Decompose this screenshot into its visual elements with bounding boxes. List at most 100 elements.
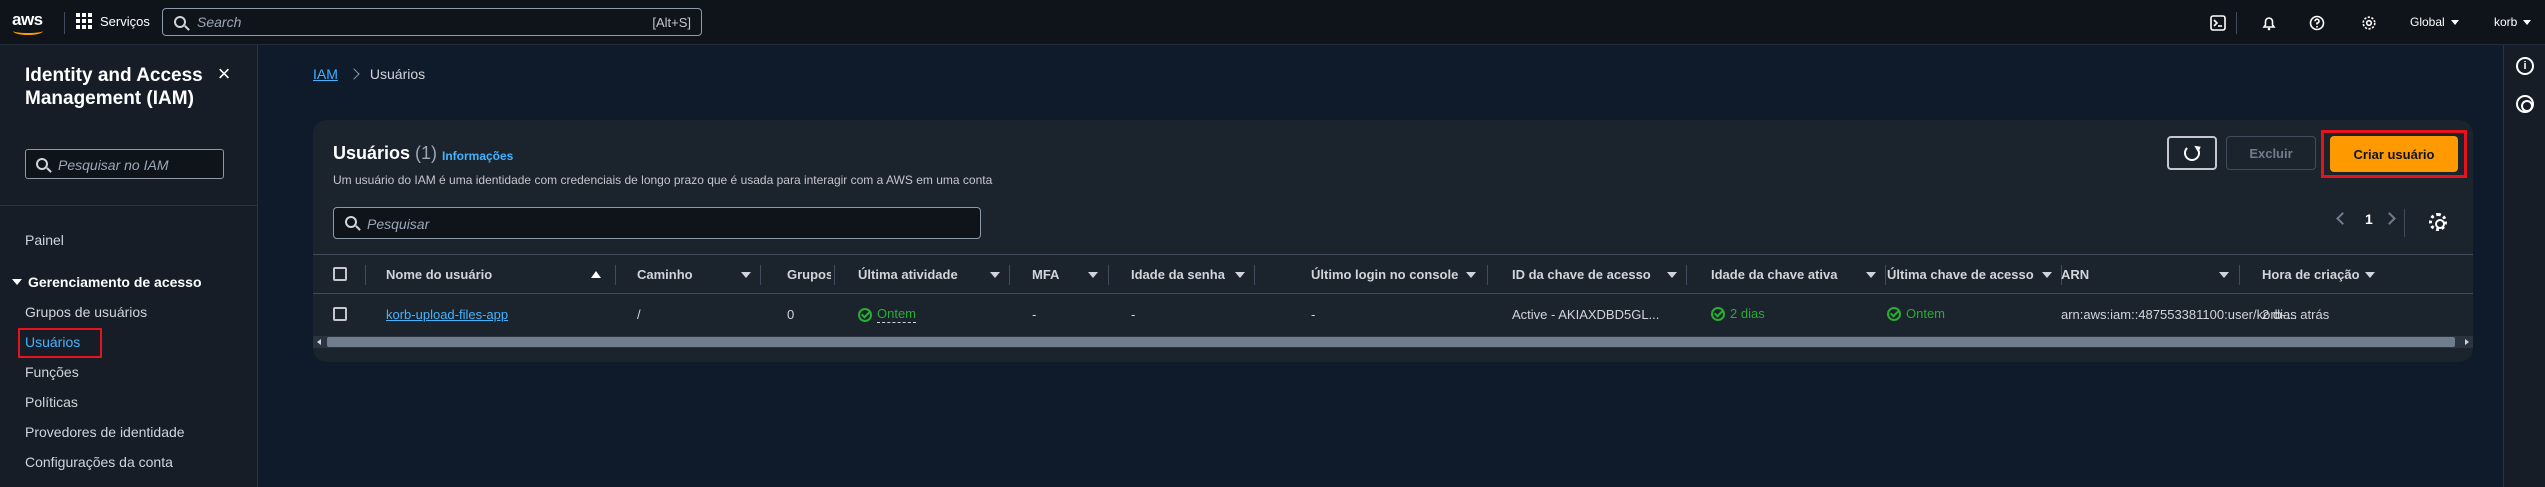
select-all-checkbox[interactable] <box>333 267 347 281</box>
scroll-left-icon[interactable] <box>317 339 321 345</box>
page-number-label: 1 <box>2365 211 2373 227</box>
bell-icon[interactable] <box>2259 13 2279 33</box>
password-age-cell: - <box>1131 307 1136 322</box>
scroll-right-icon[interactable] <box>2465 339 2469 345</box>
region-label: Global <box>2410 15 2445 29</box>
column-header-username[interactable]: Nome do usuário <box>386 267 566 282</box>
sidebar-item-dashboard[interactable]: Painel <box>25 232 64 248</box>
last-activity-value[interactable]: Ontem <box>877 306 917 323</box>
creation-time-cell: 2 dias atrás <box>2262 307 2330 322</box>
cloudshell-icon[interactable] <box>2208 13 2228 33</box>
search-placeholder: Search <box>197 14 242 30</box>
column-header-password-age[interactable]: Idade da senha <box>1131 267 1225 282</box>
refresh-icon <box>2184 145 2200 161</box>
global-search-input[interactable]: Search [Alt+S] <box>162 8 702 36</box>
column-divider <box>1009 265 1010 285</box>
sidebar-item-identity-providers[interactable]: Provedores de identidade <box>25 424 185 440</box>
sort-icon[interactable] <box>1866 272 1876 278</box>
column-header-last-console-login[interactable]: Último login no console <box>1311 267 1459 282</box>
sort-icon[interactable] <box>2219 272 2229 278</box>
last-activity-cell: Ontem <box>858 306 917 323</box>
column-divider <box>1254 265 1255 285</box>
services-menu-button[interactable]: Serviços <box>76 13 150 29</box>
divider <box>0 205 258 206</box>
access-key-id-cell: Active - AKIAXDBD5GL... <box>1512 307 1660 322</box>
top-navigation: aws Serviços Search [Alt+S] Global korb <box>0 0 2545 45</box>
divider <box>64 12 65 34</box>
table-header: Nome do usuário Caminho Grupos Última at… <box>313 254 2473 294</box>
chevron-left-icon <box>2336 212 2349 225</box>
table-search-placeholder: Pesquisar <box>367 216 430 232</box>
sort-icon[interactable] <box>741 272 751 278</box>
next-page-button[interactable] <box>2383 212 2396 225</box>
delete-button[interactable]: Excluir <box>2226 136 2316 170</box>
sort-ascending-icon[interactable] <box>591 271 601 278</box>
account-menu[interactable]: korb <box>2494 15 2532 29</box>
info-icon[interactable]: i <box>2516 57 2534 75</box>
close-icon[interactable]: × <box>214 63 234 85</box>
chevron-right-icon <box>348 68 360 80</box>
column-header-last-key-used[interactable]: Última chave de acesso <box>1887 267 2037 282</box>
path-cell: / <box>637 307 641 322</box>
column-header-mfa[interactable]: MFA <box>1032 267 1082 282</box>
divider <box>2404 209 2405 237</box>
sort-icon[interactable] <box>2365 272 2375 278</box>
column-divider <box>1487 265 1488 285</box>
region-selector[interactable]: Global <box>2410 15 2459 29</box>
sort-icon[interactable] <box>1088 272 1098 278</box>
column-header-path[interactable]: Caminho <box>637 267 717 282</box>
settings-icon[interactable] <box>2359 13 2379 33</box>
page-number[interactable]: 1 <box>2365 211 2373 227</box>
table-search-input[interactable]: Pesquisar <box>333 207 981 239</box>
key-age-cell: 2 dias <box>1711 306 1765 321</box>
column-header-arn[interactable]: ARN <box>2061 267 2121 282</box>
column-header-active-key-age[interactable]: Idade da chave ativa <box>1711 267 1859 282</box>
column-header-last-activity[interactable]: Última atividade <box>858 267 983 282</box>
row-checkbox[interactable] <box>333 307 347 321</box>
aws-logo[interactable]: aws <box>12 10 52 36</box>
sort-icon[interactable] <box>1667 272 1677 278</box>
check-circle-icon <box>858 307 872 322</box>
chevron-down-icon <box>2450 19 2459 25</box>
breadcrumb-iam-link[interactable]: IAM <box>313 66 338 82</box>
sidebar-search-input[interactable]: Pesquisar no IAM <box>25 149 224 179</box>
sort-icon[interactable] <box>990 272 1000 278</box>
panel-description: Um usuário do IAM é uma identidade com c… <box>333 173 993 187</box>
breadcrumb: IAM Usuários <box>313 66 425 82</box>
sidebar-item-account-settings[interactable]: Configurações da conta <box>25 454 173 470</box>
column-divider <box>834 265 835 285</box>
column-header-groups[interactable]: Grupos <box>787 267 831 282</box>
info-link[interactable]: Informações <box>442 149 513 163</box>
scrollbar-thumb[interactable] <box>327 337 2455 347</box>
service-title: Identity and Access Management (IAM) <box>25 65 203 109</box>
grid-icon <box>76 13 92 29</box>
create-user-button[interactable]: Criar usuário <box>2330 136 2458 172</box>
column-header-creation-time[interactable]: Hora de criação <box>2262 267 2360 282</box>
sort-icon[interactable] <box>1466 272 1476 278</box>
groups-cell: 0 <box>787 307 795 322</box>
sidebar-section-access-management[interactable]: Gerenciamento de acesso <box>12 274 202 290</box>
help-panel-icon[interactable] <box>2516 95 2534 113</box>
column-divider <box>760 265 761 285</box>
horizontal-scrollbar[interactable] <box>313 336 2473 348</box>
gear-icon[interactable] <box>2429 213 2447 231</box>
username-link[interactable]: korb-upload-files-app <box>386 307 508 322</box>
previous-page-button[interactable] <box>2336 212 2349 225</box>
column-divider <box>2239 265 2240 285</box>
sidebar-item-roles[interactable]: Funções <box>25 364 79 380</box>
chevron-right-icon <box>2383 212 2396 225</box>
sort-icon[interactable] <box>1235 272 1245 278</box>
account-label: korb <box>2494 15 2518 29</box>
sort-icon[interactable] <box>2042 272 2052 278</box>
right-rail: i <box>2503 45 2545 487</box>
column-header-access-key-id[interactable]: ID da chave de acesso <box>1512 267 1660 282</box>
refresh-button[interactable] <box>2167 136 2217 170</box>
check-circle-icon <box>1711 306 1725 321</box>
sidebar: Identity and Access Management (IAM) × P… <box>0 45 258 487</box>
table-row: korb-upload-files-app / 0 Ontem - - - Ac… <box>313 294 2473 336</box>
help-icon[interactable] <box>2307 13 2327 33</box>
search-icon <box>345 216 357 228</box>
sidebar-item-user-groups[interactable]: Grupos de usuários <box>25 304 147 320</box>
sidebar-item-policies[interactable]: Políticas <box>25 394 78 410</box>
column-divider <box>1885 265 1886 285</box>
